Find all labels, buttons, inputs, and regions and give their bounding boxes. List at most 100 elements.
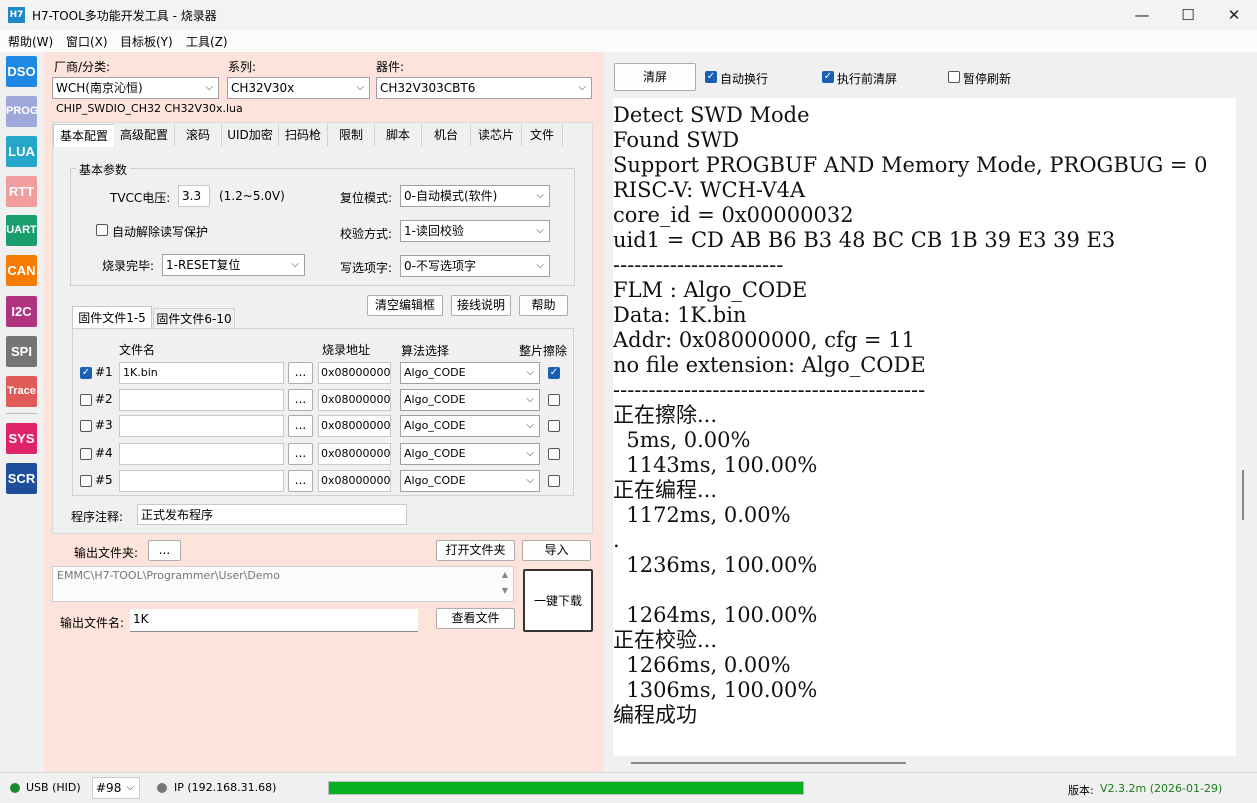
help-button[interactable]: 帮助 xyxy=(519,295,568,316)
tab-uid-encrypt[interactable]: UID加密 xyxy=(222,124,279,146)
file-enable-checkbox[interactable] xyxy=(80,394,92,406)
wiring-help-button[interactable]: 接线说明 xyxy=(451,295,511,316)
console-vscrollbar[interactable] xyxy=(1236,98,1250,756)
file-enable-checkbox[interactable] xyxy=(80,448,92,460)
series-select[interactable]: CH32V30x ⌵ xyxy=(227,77,370,99)
output-file-input[interactable]: 1K xyxy=(130,609,418,632)
file-name-input[interactable] xyxy=(119,389,284,411)
path-scrollbar[interactable]: ▲ ▼ xyxy=(497,567,513,601)
spi-tool-button[interactable]: SPI xyxy=(6,336,37,367)
tab-firmware-1-5[interactable]: 固件文件1-5 xyxy=(72,306,152,328)
chevron-down-icon: ⌵ xyxy=(526,394,534,405)
done-action-select[interactable]: 1-RESET复位 ⌵ xyxy=(162,254,305,276)
series-value: CH32V30x xyxy=(231,81,295,95)
tab-advanced-config[interactable]: 高级配置 xyxy=(114,124,175,146)
algorithm-select[interactable]: Algo_CODE ⌵ xyxy=(400,443,540,465)
minimize-button[interactable]: — xyxy=(1119,0,1165,30)
file-enable-checkbox[interactable] xyxy=(80,420,92,432)
chevron-down-icon: ⌵ xyxy=(526,475,534,486)
console-line: Addr: 0x08000000, cfg = 11 xyxy=(613,328,915,352)
auto-unlock-checkbox[interactable] xyxy=(96,224,108,236)
tab-read-chip[interactable]: 读芯片 xyxy=(471,124,522,146)
clear-editor-button[interactable]: 清空编辑框 xyxy=(367,295,443,316)
chevron-down-icon: ⌵ xyxy=(291,259,299,270)
tab-files[interactable]: 文件 xyxy=(522,124,563,146)
output-path[interactable]: EMMC\H7-TOOL\Programmer\User\Demo xyxy=(57,569,280,582)
full-erase-checkbox[interactable] xyxy=(548,394,560,406)
menu-target-board[interactable]: 目标板(Y) xyxy=(120,33,173,50)
file-enable-checkbox[interactable]: ✓ xyxy=(80,367,92,379)
tab-rolling-code[interactable]: 滚码 xyxy=(175,124,222,146)
menu-tools[interactable]: 工具(Z) xyxy=(186,33,228,50)
tab-firmware-6-10[interactable]: 固件文件6-10 xyxy=(153,308,235,328)
tab-scanner[interactable]: 扫码枪 xyxy=(279,124,328,146)
port-select[interactable]: #98 ⌵ xyxy=(92,777,140,799)
sys-tool-button[interactable]: SYS xyxy=(6,423,37,454)
reset-mode-select[interactable]: 0-自动模式(软件) ⌵ xyxy=(400,185,550,207)
algorithm-select[interactable]: Algo_CODE ⌵ xyxy=(400,415,540,437)
tab-limits[interactable]: 限制 xyxy=(328,124,375,146)
algorithm-select[interactable]: Algo_CODE ⌵ xyxy=(400,470,540,492)
verify-mode-select[interactable]: 1-读回校验 ⌵ xyxy=(400,220,550,242)
file-name-input[interactable]: 1K.bin xyxy=(119,362,284,384)
vendor-select[interactable]: WCH(南京沁恒) ⌵ xyxy=(52,77,219,99)
file-address-input[interactable]: 0x08000000 xyxy=(318,389,391,411)
console-line: ----------------------------------------… xyxy=(613,378,926,402)
console-output[interactable]: Detect SWD Mode Found SWD Support PROGBUF … xyxy=(613,98,1236,756)
file-address-input[interactable]: 0x08000000 xyxy=(318,362,391,384)
algorithm-value: Algo_CODE xyxy=(404,366,466,379)
scr-tool-button[interactable]: SCR xyxy=(6,463,37,494)
file-address-input[interactable]: 0x08000000 xyxy=(318,443,391,465)
console-hscrollbar[interactable] xyxy=(613,756,1236,770)
auto-wrap-checkbox[interactable]: ✓ xyxy=(705,71,717,83)
tab-basic-config[interactable]: 基本配置 xyxy=(53,124,115,147)
lua-tool-button[interactable]: LUA xyxy=(6,136,37,167)
full-erase-checkbox[interactable] xyxy=(548,448,560,460)
file-name-input[interactable] xyxy=(119,443,284,465)
full-erase-checkbox[interactable]: ✓ xyxy=(548,367,560,379)
algorithm-select[interactable]: Algo_CODE ⌵ xyxy=(400,362,540,384)
can-tool-button[interactable]: CAN xyxy=(6,255,37,286)
done-action-label: 烧录完毕: xyxy=(102,259,155,273)
file-name-input[interactable] xyxy=(119,470,284,492)
full-erase-checkbox[interactable] xyxy=(548,475,560,487)
file-enable-checkbox[interactable] xyxy=(80,475,92,487)
prog-tool-button[interactable]: PROG xyxy=(6,96,38,127)
dso-tool-button[interactable]: DSO xyxy=(6,56,37,87)
device-select[interactable]: CH32V303CBT6 ⌵ xyxy=(376,77,592,99)
tab-script[interactable]: 脚本 xyxy=(375,124,422,146)
browse-file-button[interactable]: ... xyxy=(288,470,313,492)
trace-tool-button[interactable]: Trace xyxy=(6,376,37,407)
import-button[interactable]: 导入 xyxy=(522,540,591,561)
uart-tool-button[interactable]: UART xyxy=(6,215,37,246)
menu-help[interactable]: 帮助(W) xyxy=(8,33,53,50)
hscroll-thumb[interactable] xyxy=(631,762,906,764)
browse-folder-button[interactable]: ... xyxy=(148,540,181,561)
rtt-tool-button[interactable]: RTT xyxy=(6,176,37,207)
browse-file-button[interactable]: ... xyxy=(288,443,313,465)
file-address-input[interactable]: 0x08000000 xyxy=(318,470,391,492)
full-erase-checkbox[interactable] xyxy=(548,420,560,432)
vscroll-thumb[interactable] xyxy=(1242,470,1244,520)
view-file-button[interactable]: 查看文件 xyxy=(436,608,515,629)
clear-before-run-checkbox[interactable]: ✓ xyxy=(822,71,834,83)
option-byte-select[interactable]: 0-不写选项字 ⌵ xyxy=(400,255,550,277)
maximize-button[interactable]: ☐ xyxy=(1165,0,1211,30)
algorithm-select[interactable]: Algo_CODE ⌵ xyxy=(400,389,540,411)
note-input[interactable]: 正式发布程序 xyxy=(137,504,407,525)
browse-file-button[interactable]: ... xyxy=(288,389,313,411)
open-folder-button[interactable]: 打开文件夹 xyxy=(436,540,515,561)
one-click-download-button[interactable]: 一键下载 xyxy=(523,569,593,632)
menu-window[interactable]: 窗口(X) xyxy=(66,33,108,50)
file-name-input[interactable] xyxy=(119,415,284,437)
i2c-tool-button[interactable]: I2C xyxy=(6,296,37,327)
clear-screen-button[interactable]: 清屏 xyxy=(614,63,696,91)
file-address-input[interactable]: 0x08000000 xyxy=(318,415,391,437)
tab-machine[interactable]: 机台 xyxy=(422,124,471,146)
console-line: 正在校验... xyxy=(613,628,718,652)
tvcc-input[interactable]: 3.3 xyxy=(178,185,210,207)
pause-refresh-checkbox[interactable] xyxy=(948,71,960,83)
browse-file-button[interactable]: ... xyxy=(288,362,313,384)
close-button[interactable]: ✕ xyxy=(1211,0,1257,30)
browse-file-button[interactable]: ... xyxy=(288,415,313,437)
